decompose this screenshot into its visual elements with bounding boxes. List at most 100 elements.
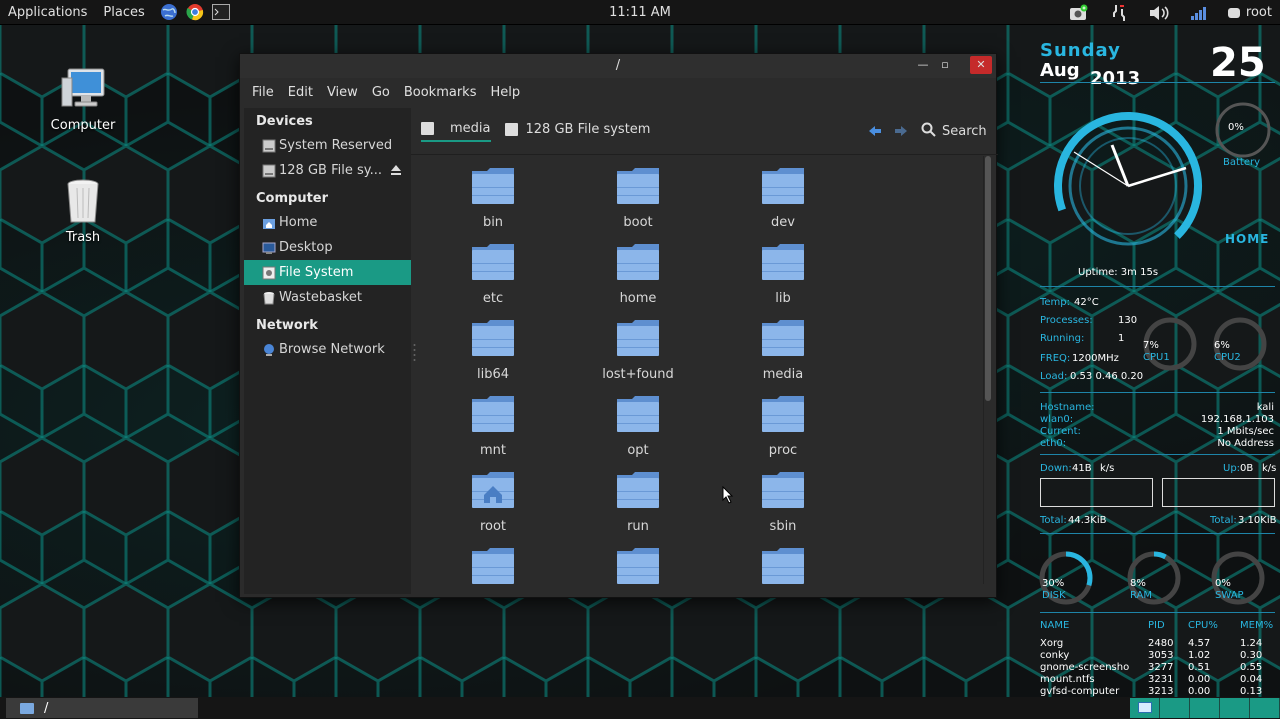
clock[interactable]: 11:11 AM [570,5,710,20]
breadcrumb-128gb[interactable]: 128 GB File system [504,122,650,141]
sidebar-item-wastebasket[interactable]: Wastebasket [244,285,411,310]
minimize-button[interactable]: — [912,56,934,74]
globe-launcher-icon[interactable] [159,2,179,22]
breadcrumb-media[interactable]: media [421,121,491,142]
sidebar-item-browse-network[interactable]: Browse Network [244,337,411,362]
file-item[interactable]: lib64 [438,319,548,382]
file-item[interactable]: root [438,471,548,534]
back-arrow-icon[interactable] [867,123,883,139]
file-item[interactable]: media [728,319,838,382]
network-manager-icon[interactable] [1108,3,1130,23]
sidebar-item-file-system[interactable]: File System [244,260,411,285]
process-cell: mount.ntfs [1040,674,1095,685]
scrollbar-thumb[interactable] [985,156,991,401]
menu-edit[interactable]: Edit [282,85,319,100]
wifi-signal-icon[interactable] [1188,3,1210,23]
file-item[interactable]: lib [728,243,838,306]
file-item[interactable] [583,547,693,594]
file-item[interactable] [438,547,548,594]
terminal-launcher-icon[interactable] [211,2,231,22]
workspace-1[interactable] [1130,698,1160,718]
chrome-launcher-icon[interactable] [185,2,205,22]
file-item[interactable]: dev [728,167,838,230]
breadcrumb-label: media [450,120,491,136]
folder-icon [471,319,515,357]
menu-file[interactable]: File [246,85,280,100]
total-up-value: 3.10KiB [1238,515,1277,526]
volume-icon[interactable] [1148,3,1170,23]
taskbar-window-item[interactable]: / [6,698,198,718]
sidebar-item-label: 128 GB File sy... [279,163,382,178]
desktop-icon-computer[interactable]: Computer [38,66,128,133]
vertical-scrollbar[interactable] [983,156,991,584]
load-label: Load: [1040,371,1068,382]
process-cell: 4.57 [1188,638,1211,649]
file-label: dev [771,215,795,230]
home-folder-icon [471,471,515,509]
file-item[interactable]: boot [583,167,693,230]
menu-view[interactable]: View [321,85,364,100]
file-icon-view: bin boot dev etc home lib lib64 lost+found media… [421,157,981,594]
sidebar-item-desktop[interactable]: Desktop [244,235,411,260]
file-item[interactable]: mnt [438,395,548,458]
folder-icon [616,471,660,509]
workspace-2[interactable] [1160,698,1190,718]
sidebar-header-computer: Computer [256,191,329,206]
sidebar-item-home[interactable]: Home [244,210,411,235]
file-item[interactable]: etc [438,243,548,306]
file-label: root [479,519,507,534]
file-item[interactable]: lost+found [583,319,693,382]
file-item[interactable]: proc [728,395,838,458]
menu-go[interactable]: Go [366,85,396,100]
screenshot-app-icon[interactable] [1068,3,1090,23]
menu-bookmarks[interactable]: Bookmarks [398,85,483,100]
folder-icon [471,243,515,281]
workspace-3[interactable] [1190,698,1220,718]
process-cell: 3277 [1148,662,1174,673]
cpu2-percent: 6% [1214,340,1230,351]
desktop-icon-trash[interactable]: Trash [38,178,128,245]
upload-graph [1162,478,1275,507]
window-titlebar[interactable]: / — ▫ ✕ [240,54,996,78]
column-header: CPU% [1188,620,1218,631]
process-cell: 3053 [1148,650,1174,661]
file-item[interactable]: bin [438,167,548,230]
maximize-button[interactable]: ▫ [934,56,956,74]
file-item[interactable]: home [583,243,693,306]
places-menu[interactable]: Places [95,5,152,20]
file-item[interactable]: opt [583,395,693,458]
workspace-5[interactable] [1250,698,1280,718]
workspace-4[interactable] [1220,698,1250,718]
sidebar-item-128gb[interactable]: 128 GB File sy... [244,158,411,183]
swap-percent: 0% [1215,578,1231,589]
bottom-panel: / [0,697,1280,719]
file-label: media [762,367,804,382]
file-item[interactable]: sbin [728,471,838,534]
close-button[interactable]: ✕ [970,56,992,74]
eject-icon[interactable] [389,163,403,177]
conky-day: Sunday [1040,40,1121,61]
process-table: NAME PID CPU% MEM% Xorg 2480 4.57 1.24 conky 3053… [1040,620,1275,698]
search-button[interactable]: Search [921,122,987,141]
user-name: root [1245,5,1272,20]
sidebar-resize-grip[interactable] [413,342,416,364]
battery-percent: 0% [1228,122,1244,133]
folder-icon [761,319,805,357]
file-item[interactable] [728,547,838,594]
applications-menu[interactable]: Applications [0,5,95,20]
search-icon [921,122,936,141]
file-item[interactable]: run [583,471,693,534]
total-up-label: Total: [1210,515,1237,526]
file-label: proc [768,443,798,458]
process-cell: 3213 [1148,686,1174,697]
process-row: mount.ntfs 3231 0.00 0.04 [1040,674,1275,686]
sidebar-item-label: Desktop [279,240,333,255]
folder-icon [761,395,805,433]
forward-arrow-icon[interactable] [893,123,909,139]
sidebar-item-system-reserved[interactable]: System Reserved [244,133,411,158]
uptime: Uptime: 3m 15s [1078,267,1159,278]
menu-bar: File Edit View Go Bookmarks Help [240,78,996,106]
sidebar-item-label: Browse Network [279,342,385,357]
user-menu[interactable]: root [1227,5,1272,20]
menu-help[interactable]: Help [484,85,526,100]
